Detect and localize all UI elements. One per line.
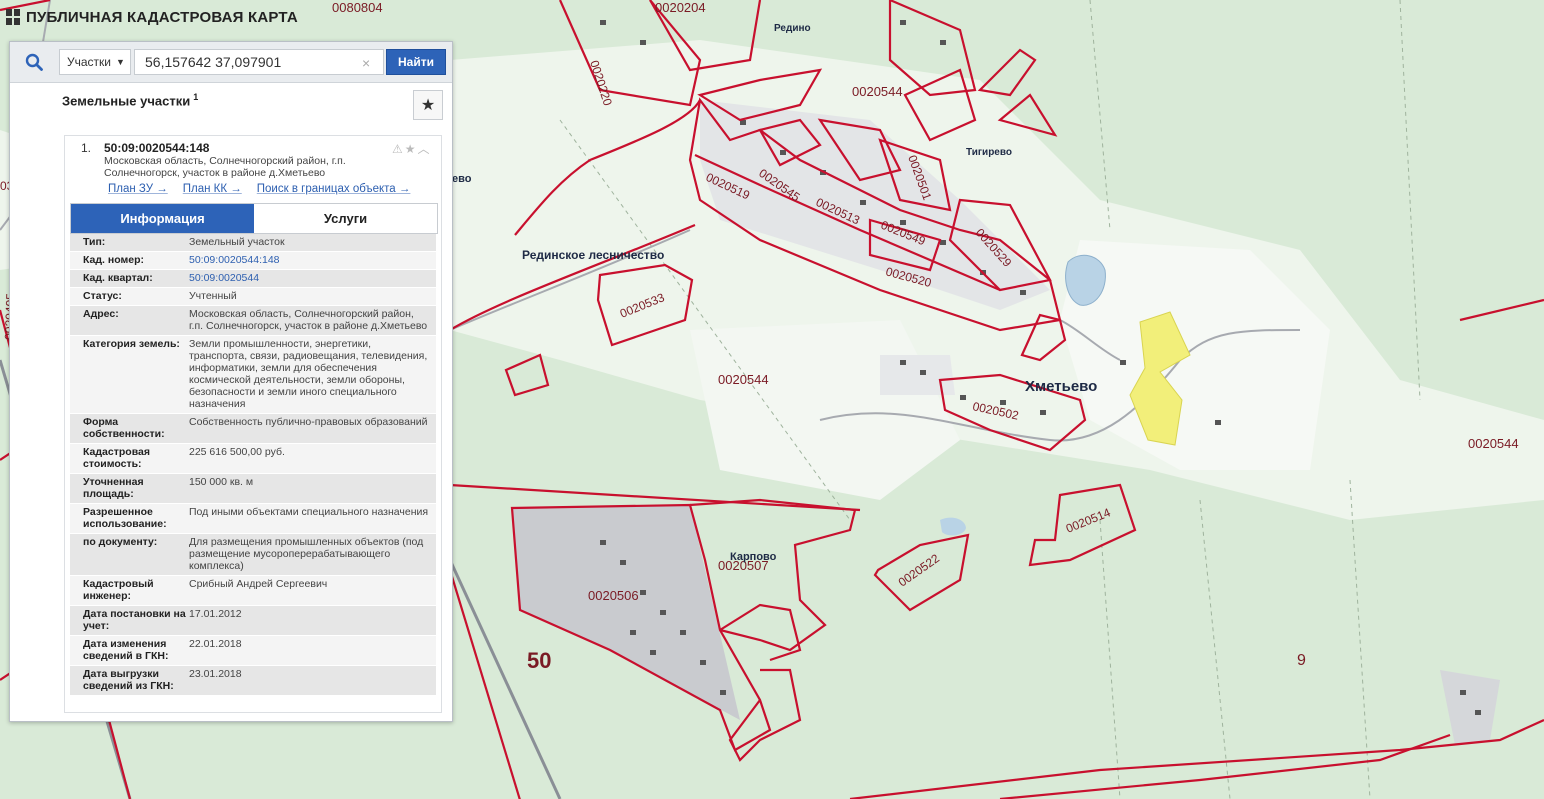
result-card: 1. 50:09:0020544:148 ⚠★︿ Московская обла… [64, 135, 442, 713]
info-row: Дата изменения сведений в ГКН: 22.01.2018 [70, 636, 436, 666]
result-address: Московская область, Солнечногорский райо… [104, 155, 346, 179]
star-icon: ★ [420, 97, 436, 114]
place-name: ево [452, 173, 472, 185]
search-bar: Участки ▼ 56,157642 37,097901 × Найти [10, 42, 452, 83]
info-value: Под иными объектами специального назначе… [189, 506, 429, 518]
app-title-text: ПУБЛИЧНАЯ КАДАСТРОВАЯ КАРТА [26, 8, 298, 26]
info-value: 150 000 кв. м [189, 476, 254, 488]
results-title-text: Земельные участки [62, 93, 191, 109]
plan-kk-link[interactable]: План КК → [183, 183, 242, 195]
search-type-value: Участки [67, 55, 111, 69]
info-value: Земли промышленности, энергетики, трансп… [189, 338, 428, 410]
search-type-dropdown[interactable]: Участки ▼ [59, 49, 131, 75]
info-value: 23.01.2018 [189, 668, 242, 680]
info-key: Уточненная площадь: [83, 476, 144, 500]
info-row: Дата постановки на учет: 17.01.2012 [70, 606, 436, 636]
info-key: Кадастровый инженер: [83, 578, 154, 602]
search-input[interactable]: 56,157642 37,097901 [134, 49, 384, 75]
info-key: Кад. квартал: [83, 272, 153, 284]
info-key: Статус: [83, 290, 122, 302]
result-cadastral-id[interactable]: 50:09:0020544:148 [104, 141, 209, 155]
tab-information[interactable]: Информация [71, 204, 254, 233]
info-key: Дата изменения сведений в ГКН: [83, 638, 169, 662]
warning-icon[interactable]: ⚠ [392, 142, 405, 156]
info-key: Дата выгрузки сведений из ГКН: [83, 668, 174, 692]
info-row: Форма собственности: Собственность публич… [70, 414, 436, 444]
info-value[interactable]: 50:09:0020544:148 [189, 252, 436, 269]
app-title: ПУБЛИЧНАЯ КАДАСТРОВАЯ КАРТА [6, 6, 298, 28]
place-name: Хметьево [1025, 378, 1097, 395]
clear-icon[interactable]: × [362, 55, 370, 71]
chevron-up-icon[interactable]: ︿ [418, 142, 432, 156]
info-table: Тип: Земельный участок Кад. номер: 50:09:00… [70, 234, 436, 696]
info-value: Московская область, Солнечногорский райо… [189, 308, 428, 332]
find-button[interactable]: Найти [386, 49, 446, 75]
quarter-label: 0020544 [718, 372, 769, 387]
info-row: Кад. номер: 50:09:0020544:148 [70, 252, 436, 270]
info-key: Форма собственности: [83, 416, 165, 440]
info-row: Уточненная площадь: 150 000 кв. м [70, 474, 436, 504]
info-row: Категория земель: Земли промышленности, э… [70, 336, 436, 414]
quarter-label: 0020204 [655, 0, 706, 15]
info-row: Статус: Учтенный [70, 288, 436, 306]
info-value: 22.01.2018 [189, 638, 242, 650]
info-row: Кадастровая стоимость: 225 616 500,00 руб… [70, 444, 436, 474]
info-row: Разрешенное использование: Под иными объе… [70, 504, 436, 534]
info-value: 17.01.2012 [189, 608, 242, 620]
info-row: Кад. квартал: 50:09:0020544 [70, 270, 436, 288]
plan-zu-link[interactable]: План ЗУ → [108, 183, 168, 195]
info-value: Земельный участок [189, 236, 285, 248]
place-name: Тигирево [966, 147, 1012, 158]
quarter-label: 0020544 [1468, 436, 1519, 451]
place-name: Редино [774, 23, 811, 34]
info-row: Адрес: Московская область, Солнечногорски… [70, 306, 436, 336]
tab-services[interactable]: Услуги [254, 204, 437, 233]
info-key: Дата постановки на учет: [83, 608, 186, 632]
info-key: Разрешенное использование: [83, 506, 167, 530]
result-links: План ЗУ → План КК → Поиск в границах объ… [108, 183, 410, 195]
search-input-value: 56,157642 37,097901 [145, 54, 282, 70]
search-icon [25, 53, 43, 71]
info-value[interactable]: 50:09:0020544 [189, 270, 436, 287]
quarter-label: 0020506 [588, 588, 639, 603]
result-tabs: Информация Услуги [70, 203, 438, 234]
search-in-bounds-link[interactable]: Поиск в границах объекта → [257, 183, 411, 195]
region-label: 50 [527, 648, 551, 673]
info-value: Для размещения промышленных объектов (по… [189, 536, 424, 572]
info-key: по документу: [83, 536, 158, 548]
info-row: по документу: Для размещения промышленных… [70, 534, 436, 576]
info-value: Собственность публично-правовых образова… [189, 416, 428, 428]
info-row: Дата выгрузки сведений из ГКН: 23.01.2018 [70, 666, 436, 696]
place-name: Рединское лесничество [522, 248, 664, 262]
star-icon[interactable]: ★ [405, 142, 418, 156]
results-title: Земельные участки 1 [62, 92, 198, 108]
info-key: Адрес: [83, 308, 119, 320]
info-key: Кадастровая стоимость: [83, 446, 150, 470]
quarter-label: 0020544 [852, 84, 903, 99]
info-value: Срибный Андрей Сергеевич [189, 578, 328, 590]
info-row: Тип: Земельный участок [70, 234, 436, 252]
search-button[interactable] [15, 48, 53, 76]
result-number: 1. [81, 141, 92, 155]
info-key: Кад. номер: [83, 254, 145, 266]
info-row: Кадастровый инженер: Срибный Андрей Серге… [70, 576, 436, 606]
info-key: Категория земель: [83, 338, 180, 350]
search-panel: Участки ▼ 56,157642 37,097901 × Найти Зе… [9, 41, 453, 722]
info-key: Тип: [83, 236, 106, 248]
region-label: 9 [1297, 652, 1306, 669]
info-value: Учтенный [189, 290, 237, 302]
results-count: 1 [193, 92, 199, 102]
cadastre-logo-icon [6, 9, 20, 25]
info-value: 225 616 500,00 руб. [189, 446, 285, 458]
quarter-label: 0080804 [332, 0, 383, 15]
caret-down-icon: ▼ [116, 57, 125, 67]
place-name: Карпово [730, 551, 777, 563]
favorites-button[interactable]: ★ [413, 90, 443, 120]
